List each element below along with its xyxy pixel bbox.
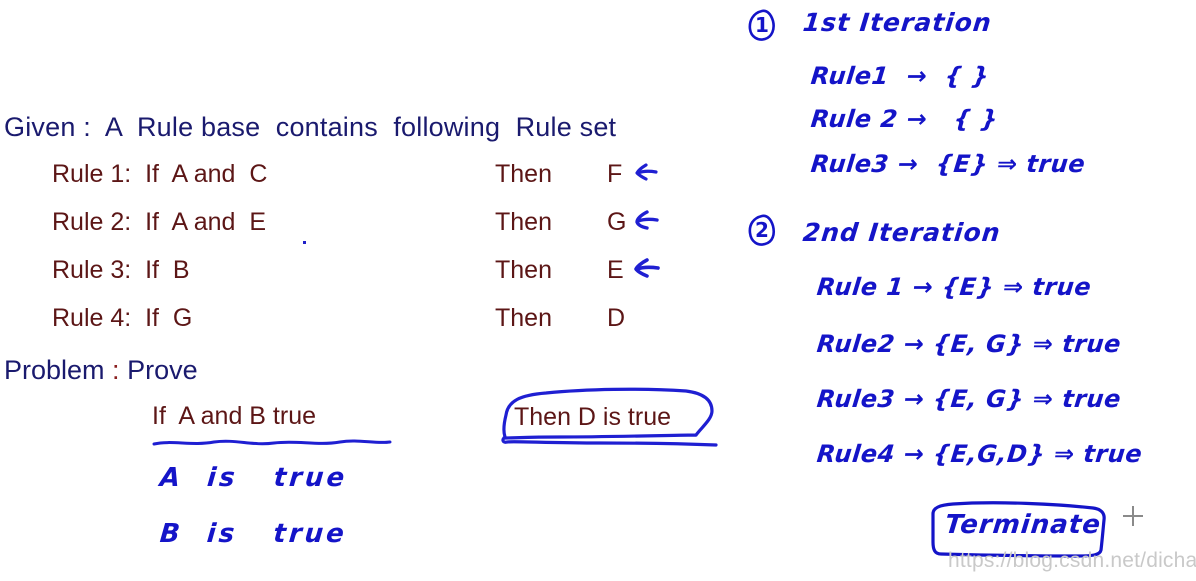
iteration-2-line: Rule4 → {E,G,D} ⇒ true [815,440,1144,468]
rule-row: Rule 1: If A and C Then F [0,160,740,204]
rule-antecedent: Rule 2: If A and E [52,208,267,236]
prove-premise: If A and B true [152,402,317,430]
iteration-1-number: 1 [755,13,769,37]
left-arrow-icon [630,205,664,239]
terminate-label: Terminate [943,510,1103,540]
rule-antecedent: Rule 3: If B [52,256,190,284]
rule-then-keyword: Then [495,256,552,284]
handwritten-note-a: A is true [158,463,349,493]
rule-then-keyword: Then [495,208,552,236]
left-arrow-icon [630,253,664,287]
rule-consequent: G [607,208,627,236]
slide-content-region: Given : A Rule base contains following R… [0,0,740,581]
iteration-1-line: Rule3 → {E} ⇒ true [809,150,1087,178]
rule-consequent: D [607,304,626,332]
rule-antecedent: Rule 4: If G [52,304,193,332]
iteration-2-number: 2 [755,218,769,242]
given-statement: Given : A Rule base contains following R… [4,112,616,143]
iteration-2-line: Rule3 → {E, G} ⇒ true [815,385,1123,413]
boxed-conclusion: Then D is true [490,385,730,460]
iteration-1-title: 1st Iteration [801,8,994,37]
problem-colon: : [104,355,128,385]
iteration-2-title: 2nd Iteration [801,218,1003,247]
rule-then-keyword: Then [495,304,552,332]
ink-dot-mark [303,241,306,244]
rule-antecedent: Rule 1: If A and C [52,160,268,188]
rule-consequent: E [607,256,624,284]
rule-row: Rule 3: If B Then E [0,256,740,300]
iteration-2-line: Rule2 → {E, G} ⇒ true [815,330,1123,358]
given-prefix: Given : [4,112,91,142]
problem-statement: Problem : Prove [4,355,198,386]
iteration-2-number-badge: 2 [747,213,777,247]
iteration-1-line: Rule 2 → { } [809,105,1000,133]
rule-then-keyword: Then [495,160,552,188]
rule-consequent: F [607,160,623,188]
rule-row: Rule 2: If A and E Then G [0,208,740,252]
problem-prefix: Problem [4,355,105,385]
iteration-1-number-badge: 1 [747,8,777,42]
rule-row: Rule 4: If G Then D [0,304,740,348]
premise-underline [152,436,392,448]
handwritten-note-b: B is true [158,519,349,549]
crosshair-cursor-icon [1123,506,1143,526]
left-arrow-icon [630,157,664,191]
handwritten-notes-region: 1 1st Iteration Rule1 → { } Rule 2 → { }… [735,0,1196,581]
boxed-conclusion-text: Then D is true [514,403,672,431]
iteration-2-line: Rule 1 → {E} ⇒ true [815,273,1093,301]
problem-verb: Prove [127,355,198,385]
iteration-1-line: Rule1 → { } [809,62,991,90]
watermark-text: https://blog.csdn.net/dichao1020 [948,549,1196,572]
given-text: A Rule base contains following Rule set [90,112,617,142]
